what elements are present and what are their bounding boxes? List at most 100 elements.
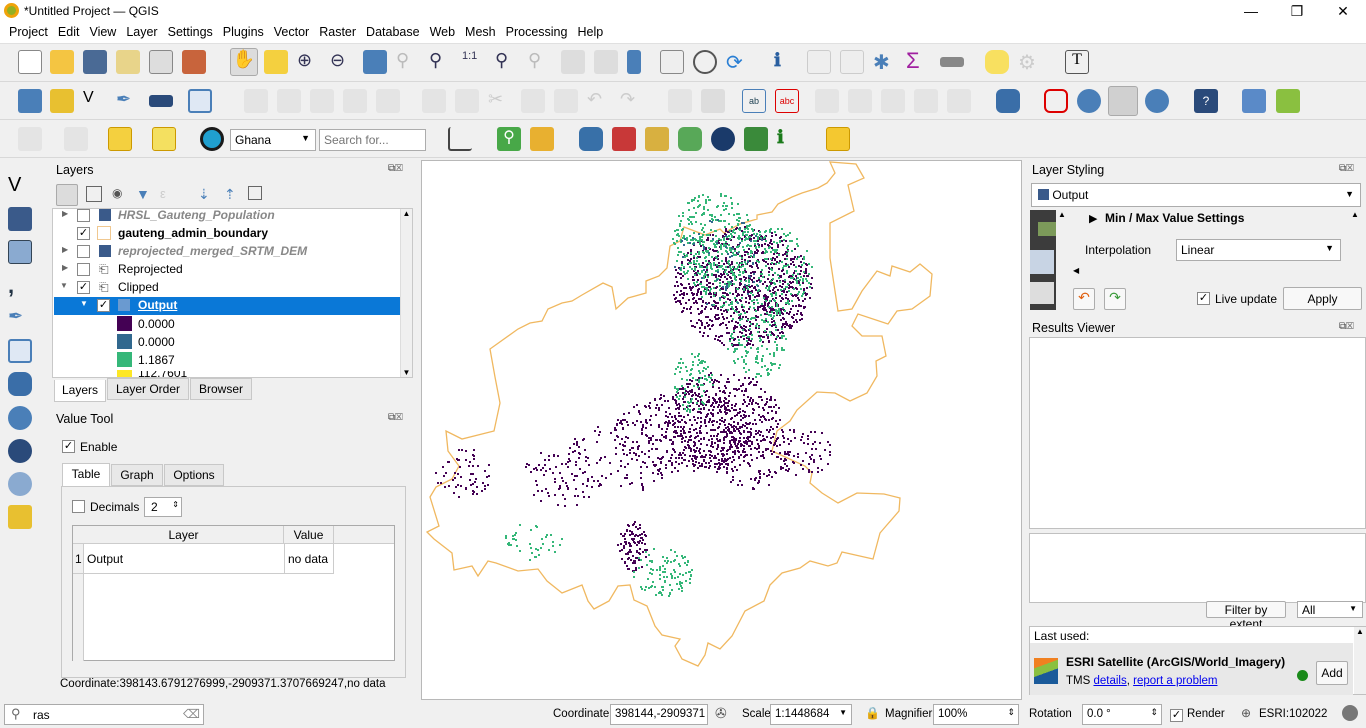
profile-tool-icon[interactable]: [448, 127, 472, 151]
add-delimited-text-icon[interactable]: ,: [8, 273, 32, 298]
tab-layer-order[interactable]: Layer Order: [107, 378, 189, 400]
zoom-full-icon[interactable]: [363, 50, 387, 74]
field-calculator-icon[interactable]: [840, 50, 864, 74]
copy-features-icon[interactable]: [521, 89, 545, 113]
locator-search[interactable]: ⚲ ras ⌫: [4, 704, 204, 725]
pan-map-icon[interactable]: ✋: [230, 48, 258, 76]
filter-select[interactable]: All ▼: [1297, 601, 1363, 618]
cut-features-icon[interactable]: ✂: [488, 89, 512, 113]
metasearch-icon[interactable]: [1108, 86, 1138, 116]
tab-graph[interactable]: Graph: [111, 464, 163, 486]
menu-vector[interactable]: Vector: [269, 22, 314, 39]
show-bookmarks-icon[interactable]: [660, 50, 684, 74]
unplaced-labels-icon[interactable]: abc: [775, 89, 799, 113]
styling-vertical-scrollbar[interactable]: ▲: [1349, 210, 1361, 266]
menu-plugins[interactable]: Plugins: [218, 22, 269, 39]
menu-settings[interactable]: Settings: [163, 22, 218, 39]
locator-combo[interactable]: Ghana ▼: [230, 129, 316, 151]
new-project-icon[interactable]: [18, 50, 42, 74]
last-used-item[interactable]: ESRI Satellite (ArcGIS/World_Imagery) TM…: [1030, 643, 1353, 695]
histogram-tab-icon[interactable]: [1030, 282, 1054, 304]
magnifier-spinbox[interactable]: 100% ⇕: [933, 704, 1019, 725]
decimals-spinbox[interactable]: 2 ⇕: [144, 497, 182, 517]
open-project-icon[interactable]: [50, 50, 74, 74]
new-print-layout-icon[interactable]: [116, 50, 140, 74]
enable-checkbox[interactable]: ✓: [62, 440, 75, 453]
diagram-tool-icon[interactable]: [701, 89, 725, 113]
paste-features-icon[interactable]: [554, 89, 578, 113]
deselect-features-icon[interactable]: [108, 127, 132, 151]
crs-globe-icon[interactable]: ⊕: [1241, 706, 1251, 720]
menu-processing[interactable]: Processing: [501, 22, 573, 39]
save-layer-edits-icon[interactable]: [310, 89, 334, 113]
column-header-value[interactable]: Value: [284, 526, 334, 544]
add-postgis-layer-icon[interactable]: [8, 372, 32, 396]
interpolation-select[interactable]: Linear ▼: [1176, 239, 1341, 261]
zoom-to-selection-icon[interactable]: ⚲: [396, 50, 420, 74]
python-console-icon[interactable]: [579, 127, 603, 151]
layer-visibility-checkbox[interactable]: ✓: [77, 227, 90, 240]
layer-tree-scrollbar[interactable]: ▲ ▼: [400, 209, 412, 377]
layout-manager-icon[interactable]: [149, 50, 173, 74]
redo-icon[interactable]: ↷: [620, 89, 644, 113]
map-swipe-icon[interactable]: [744, 127, 768, 151]
tab-browser[interactable]: Browser: [190, 378, 252, 400]
new-virtual-layer-icon[interactable]: [149, 95, 173, 107]
layer-visibility-checkbox[interactable]: ✓: [97, 299, 110, 312]
spin-arrows-icon[interactable]: ⇕: [172, 500, 179, 509]
tab-layers[interactable]: Layers: [54, 380, 106, 402]
expand-icon[interactable]: ▶: [62, 263, 68, 272]
group-visibility-checkbox[interactable]: [77, 263, 90, 276]
new-bookmark-icon[interactable]: [627, 50, 641, 74]
new-3d-map-view-icon[interactable]: [594, 50, 618, 74]
text-annotation-icon[interactable]: T: [1065, 50, 1089, 74]
menu-web[interactable]: Web: [425, 22, 460, 39]
panel-float-close-icons[interactable]: ⧉☒: [388, 163, 403, 174]
find-icon[interactable]: ⚲: [497, 127, 521, 151]
data-import-icon[interactable]: [645, 127, 669, 151]
expand-section-icon[interactable]: ▶: [1089, 212, 1097, 225]
min-max-section-header[interactable]: Min / Max Value Settings: [1105, 211, 1244, 225]
layer-visibility-checkbox[interactable]: [77, 245, 90, 258]
layer-item-output-selected[interactable]: ▼ ✓ Output: [54, 297, 400, 315]
zoom-next-icon[interactable]: ⚲: [528, 50, 552, 74]
menu-raster[interactable]: Raster: [314, 22, 361, 39]
map-tips-icon[interactable]: [985, 50, 1009, 74]
add-xyz-layer-icon[interactable]: [8, 439, 32, 463]
filter-expression-icon[interactable]: ε: [160, 186, 166, 201]
report-problem-link[interactable]: report a problem: [1133, 675, 1217, 687]
style-manager-button[interactable]: [56, 184, 78, 206]
undo-icon[interactable]: ↶: [587, 89, 611, 113]
add-raster-layer-icon[interactable]: [8, 207, 32, 231]
select-by-location-icon[interactable]: [152, 127, 176, 151]
change-label-icon[interactable]: [947, 89, 971, 113]
add-button[interactable]: Add: [1316, 661, 1348, 685]
expand-all-icon[interactable]: ⇣: [198, 186, 210, 203]
layer-item-gauteng-admin-boundary[interactable]: ✓ gauteng_admin_boundary: [54, 225, 400, 243]
actions-icon[interactable]: ⚙: [1018, 50, 1042, 74]
toggle-extents-icon[interactable]: ✇: [715, 705, 727, 722]
geocoder-icon[interactable]: [200, 127, 224, 151]
lock-scale-icon[interactable]: 🔒: [865, 706, 880, 720]
group-visibility-checkbox[interactable]: ✓: [77, 281, 90, 294]
temporal-controller-icon[interactable]: [693, 50, 717, 74]
menu-view[interactable]: View: [84, 22, 121, 39]
spin-arrows-icon[interactable]: ⇕: [1007, 707, 1015, 718]
modify-attributes-icon[interactable]: [422, 89, 446, 113]
add-group-icon[interactable]: [86, 186, 102, 202]
add-mesh-layer-icon[interactable]: [8, 240, 32, 264]
add-arcgis-layer-icon[interactable]: [8, 505, 32, 529]
panel-float-close-icons[interactable]: ⧉☒: [1339, 163, 1354, 174]
redo-style-button[interactable]: ↷: [1104, 288, 1126, 310]
refresh-icon[interactable]: ⟳: [726, 50, 750, 74]
layer-select-combo[interactable]: Output ▼: [1031, 183, 1361, 207]
filter-legend-icon[interactable]: ▼: [136, 186, 150, 202]
symbology-tab-icon[interactable]: [1038, 222, 1058, 236]
close-button[interactable]: ✕: [1320, 0, 1366, 22]
identify-features-icon[interactable]: ℹ: [774, 50, 798, 74]
scale-combo[interactable]: 1:1448684 ▼: [770, 704, 852, 725]
save-project-icon[interactable]: [83, 50, 107, 74]
select-by-value-icon[interactable]: [64, 127, 88, 151]
menu-layer[interactable]: Layer: [121, 22, 162, 39]
earth-engine-icon[interactable]: [711, 127, 735, 151]
